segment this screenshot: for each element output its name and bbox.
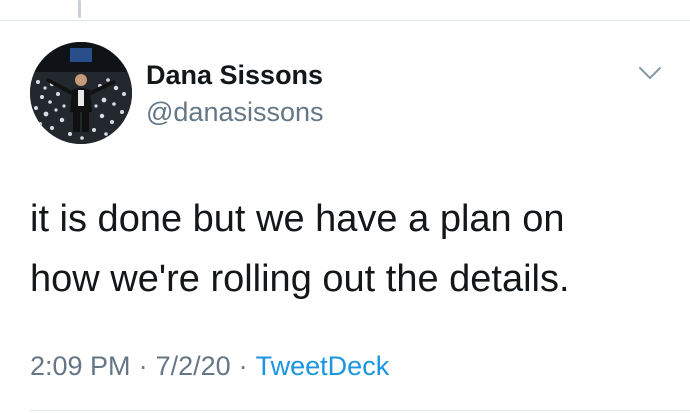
- meta-separator: ·: [138, 351, 148, 381]
- top-divider: [0, 20, 690, 21]
- bottom-divider: [30, 410, 690, 411]
- tweet-source-link[interactable]: TweetDeck: [256, 351, 390, 381]
- avatar[interactable]: [30, 42, 132, 144]
- tweet-text-line: how we're rolling out the details.: [30, 258, 570, 300]
- tweet-meta: 2:09 PM · 7/2/20 · TweetDeck: [30, 349, 389, 383]
- tweet-text-line: it is done but we have a plan on: [30, 198, 565, 240]
- thread-connector-line: [78, 0, 81, 18]
- tweet-date[interactable]: 7/2/20: [156, 351, 231, 381]
- tweet-text: it is done but we have a plan on how we'…: [30, 189, 670, 309]
- chevron-down-icon: [639, 67, 661, 79]
- avatar-photo-icon: [30, 42, 132, 144]
- tweet-menu-button[interactable]: [636, 62, 664, 84]
- tweet-time[interactable]: 2:09 PM: [30, 351, 131, 381]
- meta-separator: ·: [238, 351, 248, 381]
- author-handle[interactable]: @danasissons: [146, 96, 324, 128]
- author-display-name[interactable]: Dana Sissons: [146, 59, 323, 91]
